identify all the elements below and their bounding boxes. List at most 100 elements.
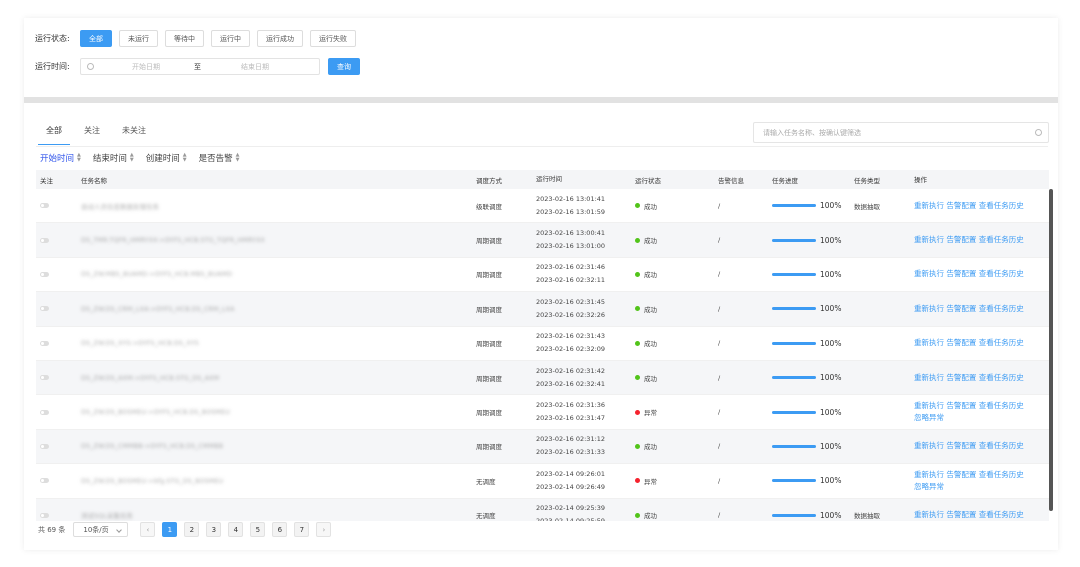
follow-toggle[interactable] xyxy=(40,340,49,346)
action-link[interactable]: 告警配置 xyxy=(946,235,976,244)
status-not-run-button[interactable]: 未运行 xyxy=(119,30,158,47)
sort-start-time[interactable]: 开始时间 ▲ ▼ xyxy=(40,152,81,165)
progress-cell: 100% xyxy=(772,304,854,313)
action-link[interactable]: 忽略异常 xyxy=(914,413,944,422)
action-link[interactable]: 查看任务历史 xyxy=(979,401,1024,410)
prev-page-button[interactable]: ‹ xyxy=(140,522,156,537)
table-scrollbar[interactable] xyxy=(1049,189,1053,511)
query-button[interactable]: 查询 xyxy=(328,58,360,75)
status-dot-icon xyxy=(635,271,640,277)
sort-end-time[interactable]: 结束时间 ▲ ▼ xyxy=(93,152,134,165)
status-all-button[interactable]: 全部 xyxy=(80,30,112,47)
date-range-picker[interactable]: 开始日期 至 结束日期 xyxy=(80,58,320,75)
col-actions: 操作 xyxy=(914,175,927,184)
action-link[interactable]: 重新执行 xyxy=(914,338,944,347)
end-date-input[interactable]: 结束日期 xyxy=(225,62,285,72)
action-link[interactable]: 告警配置 xyxy=(946,201,976,210)
action-link[interactable]: 查看任务历史 xyxy=(979,441,1024,450)
table-row: DS_ZW.DS_CMMBB->DYFS_HCB.DS_CMMBB 周期调度 202… xyxy=(36,429,1049,465)
start-date-input[interactable]: 开始日期 xyxy=(116,62,176,72)
task-name[interactable]: DS_ZW.DS_XYS->DYFS_HCB.DS_XYS xyxy=(81,339,199,347)
action-link[interactable]: 重新执行 xyxy=(914,401,944,410)
action-link[interactable]: 告警配置 xyxy=(946,304,976,313)
page-size-select[interactable]: 10条/页 xyxy=(73,522,129,537)
action-link[interactable]: 查看任务历史 xyxy=(979,269,1024,278)
action-link[interactable]: 告警配置 xyxy=(946,470,976,479)
follow-toggle[interactable] xyxy=(40,237,49,243)
run-start-time: 2023-02-14 09:25:39 xyxy=(536,504,606,513)
page-button[interactable]: 1 xyxy=(162,522,178,537)
action-link[interactable]: 告警配置 xyxy=(946,373,976,382)
task-name[interactable]: DS_ZW.DS_AXM->DYFS_HCB.STG_DS_AXM xyxy=(81,374,219,382)
task-type: 数据抽取 xyxy=(854,512,880,521)
page-button[interactable]: 2 xyxy=(184,522,200,537)
progress-bar xyxy=(772,238,816,242)
action-link[interactable]: 查看任务历史 xyxy=(979,304,1024,313)
task-search-input[interactable]: 请输入任务名称、按确认键筛选 xyxy=(753,122,1049,143)
next-page-button[interactable]: › xyxy=(316,522,332,537)
action-link[interactable]: 查看任务历史 xyxy=(979,338,1024,347)
col-alarm-info: 告警信息 xyxy=(718,176,744,185)
status-running-button[interactable]: 运行中 xyxy=(211,30,250,47)
follow-toggle[interactable] xyxy=(40,203,49,209)
follow-toggle[interactable] xyxy=(40,478,49,484)
task-name[interactable]: DS_ZW.DS_BOSMEU->bfg.STG_DS_BOSMEU xyxy=(81,477,223,485)
sort-alarm[interactable]: 是否告警 ▲ ▼ xyxy=(199,152,240,165)
run-time-cell: 2023-02-16 02:31:46 2023-02-16 02:32:11 xyxy=(536,261,635,287)
status-waiting-button[interactable]: 等待中 xyxy=(165,30,204,47)
alarm-info: / xyxy=(718,339,721,348)
schedule-mode: 周期调度 xyxy=(476,409,502,418)
action-link[interactable]: 查看任务历史 xyxy=(979,510,1024,519)
follow-toggle[interactable] xyxy=(40,443,49,449)
action-link[interactable]: 重新执行 xyxy=(914,470,944,479)
action-link[interactable]: 查看任务历史 xyxy=(979,470,1024,479)
follow-toggle[interactable] xyxy=(40,512,49,518)
task-name[interactable]: DS_ZW.MBS_BUAMD->DYFS_HCB.MBS_BUAMD xyxy=(81,270,232,278)
follow-toggle[interactable] xyxy=(40,409,49,415)
follow-cell xyxy=(36,203,81,209)
tab-all[interactable]: 全部 xyxy=(38,121,70,145)
action-link[interactable]: 重新执行 xyxy=(914,441,944,450)
action-link[interactable]: 重新执行 xyxy=(914,510,944,519)
page-button[interactable]: 4 xyxy=(228,522,244,537)
alarm-info: / xyxy=(718,408,721,417)
action-link[interactable]: 重新执行 xyxy=(914,304,944,313)
sort-create-time[interactable]: 创建时间 ▲ ▼ xyxy=(146,152,187,165)
search-icon[interactable] xyxy=(1035,129,1042,136)
action-link[interactable]: 重新执行 xyxy=(914,201,944,210)
page-button[interactable]: 6 xyxy=(272,522,288,537)
tabs-underline xyxy=(36,146,1048,147)
page-button[interactable]: 5 xyxy=(250,522,266,537)
tab-unfollowed[interactable]: 未关注 xyxy=(114,121,154,145)
action-link[interactable]: 忽略异常 xyxy=(914,482,944,491)
task-name[interactable]: DS_ZW.DS_BOSMEU->DYFS_HCB.DS_BOSMEU xyxy=(81,408,230,416)
action-link[interactable]: 重新执行 xyxy=(914,269,944,278)
action-link[interactable]: 查看任务历史 xyxy=(979,235,1024,244)
page-button[interactable]: 3 xyxy=(206,522,222,537)
progress-cell: 100% xyxy=(772,270,854,279)
tab-followed[interactable]: 关注 xyxy=(76,121,108,145)
task-name[interactable]: 自动人员信息数据处理任务 xyxy=(81,203,159,211)
status-success-button[interactable]: 运行成功 xyxy=(257,30,303,47)
action-link[interactable]: 告警配置 xyxy=(946,269,976,278)
task-name[interactable]: DS_ZW.DS_CMMBB->DYFS_HCB.DS_CMMBB xyxy=(81,442,223,450)
action-link[interactable]: 重新执行 xyxy=(914,373,944,382)
task-name[interactable]: DS_ZW.DS_CRM_LXA->DYFS_HCB.DS_CRM_LXA xyxy=(81,305,234,313)
run-time-cell: 2023-02-14 09:26:01 2023-02-14 09:26:49 xyxy=(536,468,635,494)
follow-toggle[interactable] xyxy=(40,271,49,277)
action-link[interactable]: 告警配置 xyxy=(946,441,976,450)
task-name[interactable]: DS_TMR.TQFR_HMRYXX->DYFS_HCB.STG_TQFR_HM… xyxy=(81,236,265,244)
action-link[interactable]: 查看任务历史 xyxy=(979,373,1024,382)
run-status-cell: 成功 xyxy=(635,510,718,520)
follow-toggle[interactable] xyxy=(40,306,49,312)
page-button[interactable]: 7 xyxy=(294,522,310,537)
status-failed-button[interactable]: 运行失败 xyxy=(310,30,356,47)
action-link[interactable]: 告警配置 xyxy=(946,401,976,410)
action-link[interactable]: 告警配置 xyxy=(946,338,976,347)
action-link[interactable]: 查看任务历史 xyxy=(979,201,1024,210)
action-link[interactable]: 重新执行 xyxy=(914,235,944,244)
action-link[interactable]: 告警配置 xyxy=(946,510,976,519)
follow-cell xyxy=(36,478,81,484)
task-name[interactable]: 测试SQL采集任务 xyxy=(81,512,133,520)
follow-toggle[interactable] xyxy=(40,375,49,381)
